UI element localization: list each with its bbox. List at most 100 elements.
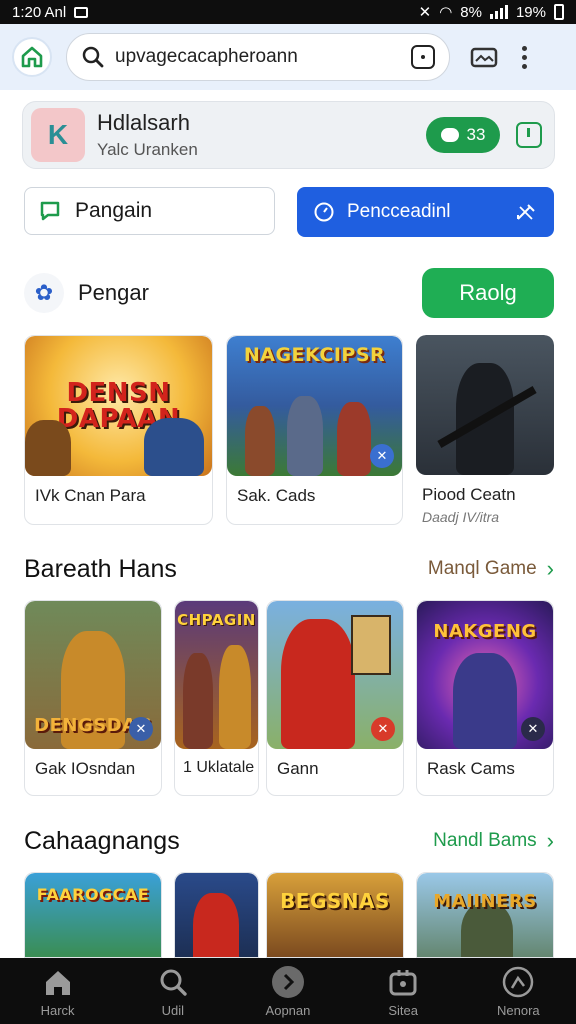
- game-title: Rask Cams: [427, 759, 515, 778]
- section-header-2: Bareath Hans Manql Game ›: [24, 552, 554, 586]
- game-card[interactable]: FAAROGCAE: [24, 872, 162, 958]
- game-thumbnail: [175, 873, 258, 957]
- game-title: Gak IOsndan: [35, 759, 136, 778]
- game-art-text: MAIINERS: [433, 891, 537, 912]
- see-more-link[interactable]: Manql Game ›: [428, 556, 554, 582]
- nav-profile[interactable]: Nenora: [468, 965, 568, 1018]
- signal-text: 8%: [460, 3, 482, 21]
- tab-left-label: Pangain: [75, 199, 153, 222]
- tools-icon: ✕: [370, 444, 394, 468]
- game-art-text: FAAROGCAE: [36, 885, 150, 904]
- settings-icon: ✿: [24, 273, 64, 313]
- game-card[interactable]: CHPAGIN 1 Uklatale: [174, 600, 259, 796]
- tools-icon: ✕: [521, 717, 545, 741]
- chat-count: 33: [466, 125, 486, 144]
- game-card[interactable]: [174, 872, 259, 958]
- nav-label: Udil: [161, 1002, 184, 1018]
- game-card[interactable]: ✕ Gann: [266, 600, 404, 796]
- profile-icon: [501, 965, 535, 999]
- nav-search[interactable]: Udil: [123, 965, 223, 1018]
- nav-label: Aopnan: [265, 1002, 311, 1018]
- section-header-1: ✿ Pengar Raolg: [24, 267, 554, 319]
- search-icon: [82, 46, 104, 68]
- wifi-icon: ◠: [439, 4, 453, 21]
- tab-left[interactable]: Pangain: [24, 187, 275, 235]
- nav-label: Sitea: [388, 1002, 418, 1018]
- chevron-right-icon: ›: [546, 828, 554, 853]
- nav-label: Harck: [40, 1002, 75, 1018]
- game-art-text: CHPAGIN: [177, 611, 256, 629]
- nav-store[interactable]: Sitea: [353, 965, 453, 1018]
- chat-button[interactable]: 33: [426, 117, 500, 153]
- section-header-3: Cahaagnangs Nandl Bams ›: [24, 824, 554, 858]
- play-icon: [271, 965, 305, 999]
- game-thumbnail: BEGSNAS: [267, 873, 403, 957]
- game-thumbnail: NAKGENG ✕: [417, 601, 553, 749]
- game-thumbnail: FAAROGCAE: [25, 873, 161, 957]
- search-icon: [156, 965, 190, 999]
- game-title: Gann: [277, 759, 319, 778]
- game-card[interactable]: MAIINERS: [416, 872, 554, 958]
- game-thumbnail: [416, 335, 554, 475]
- browser-toolbar: upvagecacapheroann: [0, 24, 576, 90]
- battery-icon: [554, 4, 564, 20]
- tabs-button[interactable]: [411, 45, 435, 69]
- notification-icon: [74, 6, 89, 18]
- game-subtitle: Daadj IV/itra: [422, 509, 500, 525]
- section-title-2: Bareath Hans: [24, 554, 177, 583]
- compass-icon: [314, 202, 334, 222]
- app-card[interactable]: K Hdlalsarh Yalc Uranken 33: [22, 101, 555, 169]
- section-title-3: Cahaagnangs: [24, 826, 180, 855]
- chat-icon: [40, 201, 60, 221]
- see-more-label: Manql Game: [427, 558, 537, 579]
- home-icon: [21, 46, 43, 68]
- game-art-text: NAGEKCIPSR: [243, 344, 386, 366]
- tab-right[interactable]: Pencceadinl: [297, 187, 554, 237]
- game-title: 1 Uklatale: [183, 759, 255, 776]
- game-title: Piood Ceatn: [422, 485, 516, 504]
- chat-icon: [440, 128, 459, 142]
- more-menu-button[interactable]: [522, 45, 527, 69]
- signal-icon: [489, 5, 508, 19]
- section1-action-button[interactable]: Raolg: [422, 268, 554, 318]
- game-thumbnail: MAIINERS: [417, 873, 553, 957]
- bottom-nav: Harck Udil Aopnan Sitea Nenora: [0, 958, 576, 1024]
- media-button[interactable]: [470, 43, 498, 71]
- game-thumbnail: DENGSDAG ✕: [25, 601, 161, 749]
- game-art-text: NAKGENG: [433, 621, 537, 642]
- status-bar: 1:20 Anl ✕ ◠ 8% 19%: [0, 0, 576, 24]
- media-icon: [470, 47, 498, 68]
- battery-text: 19%: [515, 3, 546, 21]
- bluetooth-icon: ✕: [418, 4, 432, 21]
- tab-right-label: Pencceadinl: [347, 201, 451, 222]
- game-title: IVk Cnan Para: [35, 486, 146, 505]
- home-icon: [41, 965, 75, 999]
- game-thumbnail: DENSN DAPAAN: [25, 336, 212, 476]
- nav-play[interactable]: Aopnan: [238, 965, 338, 1018]
- section-title-1: Pengar: [78, 280, 149, 305]
- nav-label: Nenora: [497, 1002, 540, 1018]
- game-card[interactable]: DENGSDAG ✕ Gak IOsndan: [24, 600, 162, 796]
- chevron-right-icon: ›: [546, 556, 554, 581]
- game-art-text: BEGSNAS: [280, 889, 390, 913]
- app-subtitle: Yalc Uranken: [97, 140, 198, 159]
- game-card[interactable]: NAKGENG ✕ Rask Cams: [416, 600, 554, 796]
- status-time: 1:20 Anl: [12, 3, 67, 21]
- game-card[interactable]: BEGSNAS: [266, 872, 404, 958]
- see-more-link[interactable]: Nandl Bams ›: [433, 828, 554, 854]
- tools-icon: ✕: [371, 717, 395, 741]
- url-input[interactable]: upvagecacapheroann: [66, 33, 450, 81]
- url-text: upvagecacapheroann: [115, 46, 298, 67]
- game-card[interactable]: Piood Ceatn Daadj IV/itra: [416, 335, 554, 525]
- game-thumbnail: ✕: [267, 601, 403, 749]
- game-card[interactable]: NAGEKCIPSR ✕ Sak. Cads: [226, 335, 403, 525]
- game-card[interactable]: DENSN DAPAAN IVk Cnan Para: [24, 335, 213, 525]
- nav-home[interactable]: Harck: [8, 965, 108, 1018]
- game-thumbnail: NAGEKCIPSR ✕: [227, 336, 402, 476]
- app-logo-icon: K: [31, 108, 85, 162]
- home-button[interactable]: [12, 37, 52, 77]
- clock-icon[interactable]: [516, 122, 542, 148]
- game-thumbnail: CHPAGIN: [175, 601, 258, 749]
- app-title: Hdlalsarh: [97, 110, 190, 135]
- tools-icon: ✕: [129, 717, 153, 741]
